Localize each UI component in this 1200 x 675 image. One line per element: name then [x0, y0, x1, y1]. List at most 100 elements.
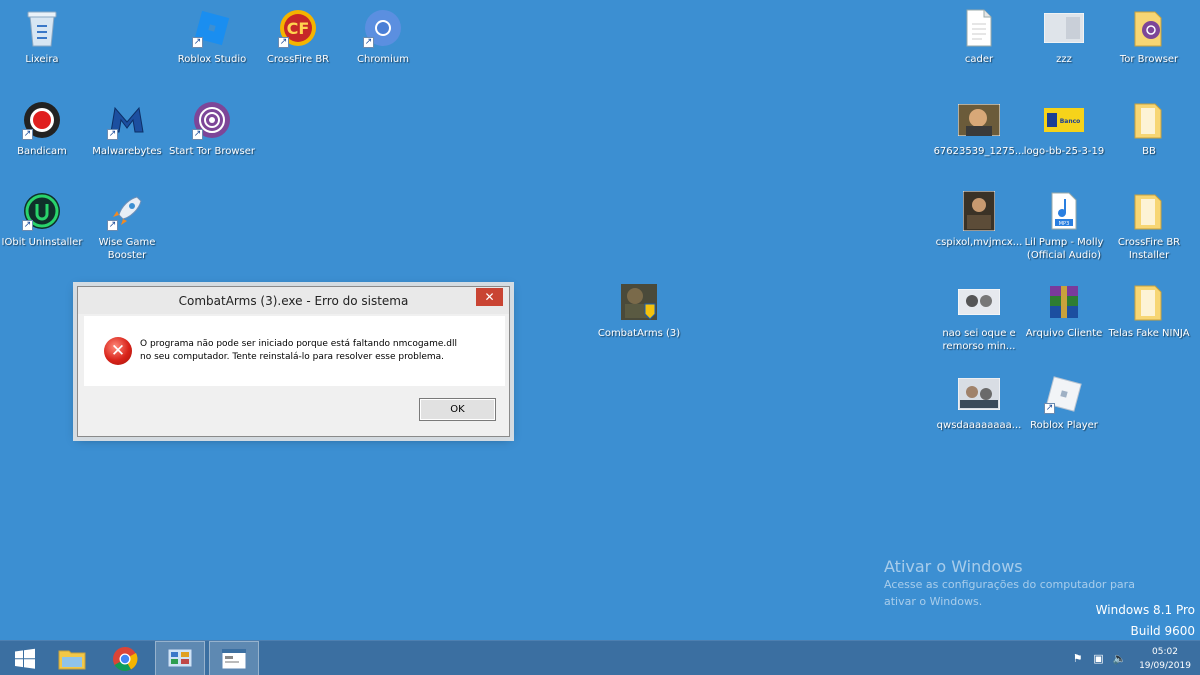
desktop-icon-combatarms[interactable]: CombatArms (3)	[597, 280, 681, 340]
tor-browser-icon: ↗	[190, 98, 234, 142]
desktop-icon-crossfire-installer-folder[interactable]: CrossFire BR Installer	[1107, 189, 1191, 262]
desktop-icon-label: Arquivo Cliente	[1025, 328, 1103, 339]
desktop-icon-label: Chromium	[357, 54, 409, 65]
folder-icon	[1127, 189, 1171, 233]
dialog-message: O programa não pode ser iniciado porque …	[140, 338, 457, 364]
image-thumbnail-icon	[957, 372, 1001, 416]
crossfire-icon: CF ↗	[276, 6, 320, 50]
windows-start-icon	[15, 648, 35, 669]
desktop-icon-wise-game-booster[interactable]: ↗ Wise Game Booster	[85, 189, 169, 262]
close-button[interactable]: ✕	[476, 288, 503, 306]
folder-icon	[1127, 6, 1171, 50]
start-button[interactable]	[0, 641, 50, 675]
desktop-icon-bandicam[interactable]: ↗ Bandicam	[0, 98, 84, 158]
desktop-icon-label: Roblox Player	[1030, 420, 1098, 431]
shortcut-arrow-icon: ↗	[22, 220, 33, 231]
dialog-title: CombatArms (3).exe - Erro do sistema	[178, 293, 409, 308]
desktop-icon-label: Wise Game Booster	[98, 237, 156, 261]
error-icon: ✕	[104, 337, 132, 365]
watermark-line: Acesse as configurações do computador pa…	[884, 578, 1135, 591]
taskbar-file-explorer[interactable]	[47, 641, 97, 675]
desktop-icon-label: cspixol,mvjmcx...	[935, 237, 1023, 248]
watermark-title: Ativar o Windows	[884, 557, 1023, 576]
image-thumbnail-icon	[957, 280, 1001, 324]
system-tray: ⚑ ▣ 🔈 05:02 19/09/2019	[1067, 641, 1200, 675]
desktop-icon-arquivo-cliente[interactable]: Arquivo Cliente	[1022, 280, 1106, 340]
action-center-flag-icon[interactable]: ⚑	[1067, 652, 1088, 665]
file-explorer-icon	[58, 650, 86, 669]
desktop-icon-label: Roblox Studio	[177, 54, 247, 65]
volume-icon[interactable]: 🔈	[1109, 652, 1130, 665]
desktop-icon-label: Tor Browser	[1119, 54, 1179, 65]
desktop-icon-label: logo-bb-25-3-19	[1023, 146, 1105, 157]
folder-icon	[1127, 98, 1171, 142]
desktop-icon-label: CrossFire BR	[266, 54, 330, 65]
desktop-icon-lil-pump-mp3[interactable]: MP3 Lil Pump - Molly (Official Audio)	[1022, 189, 1106, 262]
taskbar-control-panel[interactable]	[155, 641, 205, 675]
desktop-icon-label: 67623539_1275...	[933, 146, 1025, 157]
desktop-icon-roblox-studio[interactable]: ↗ Roblox Studio	[170, 6, 254, 66]
mp3-icon: MP3	[1042, 189, 1086, 233]
shortcut-arrow-icon: ↗	[363, 37, 374, 48]
chromium-icon: ↗	[361, 6, 405, 50]
shortcut-arrow-icon: ↗	[192, 37, 203, 48]
clock-time: 05:02	[1152, 646, 1178, 657]
clock-date: 19/09/2019	[1139, 660, 1191, 671]
taskbar: ⚑ ▣ 🔈 05:02 19/09/2019	[0, 640, 1200, 675]
chrome-icon	[113, 646, 138, 671]
desktop-icon-label: Lixeira	[25, 54, 59, 65]
folder-icon	[1127, 280, 1171, 324]
desktop-icon-tor-browser-folder[interactable]: Tor Browser	[1107, 6, 1191, 66]
desktop-icon-label: IObit Uninstaller	[1, 237, 83, 248]
shortcut-arrow-icon: ↗	[107, 220, 118, 231]
taskbar-chrome[interactable]	[100, 641, 150, 675]
rocket-icon: ↗	[105, 189, 149, 233]
bandicam-icon: ↗	[20, 98, 64, 142]
dialog-body: ✕ O programa não pode ser iniciado porqu…	[84, 316, 505, 386]
malwarebytes-icon: ↗	[105, 98, 149, 142]
desktop-icon-label: BB	[1142, 146, 1156, 157]
shortcut-arrow-icon: ↗	[22, 129, 33, 140]
dialog-titlebar[interactable]: CombatArms (3).exe - Erro do sistema ✕	[78, 287, 509, 314]
desktop-icon-telas-fake-ninja-folder[interactable]: Telas Fake NINJA	[1107, 280, 1191, 340]
svg-text:CF: CF	[287, 19, 310, 38]
taskbar-error-window[interactable]	[209, 641, 259, 675]
desktop-icon-start-tor-browser[interactable]: ↗ Start Tor Browser	[169, 98, 255, 158]
desktop-icon-chromium[interactable]: ↗ Chromium	[341, 6, 425, 66]
desktop-icon-label: zzz	[1056, 54, 1072, 65]
desktop-icon-iobit-uninstaller[interactable]: ↗ IObit Uninstaller	[0, 189, 84, 249]
build-info: Windows 8.1 Pro Build 9600	[1096, 600, 1195, 642]
windows-build: Build 9600	[1130, 624, 1195, 638]
shortcut-arrow-icon: ↗	[278, 37, 289, 48]
desktop-icon-label: Bandicam	[17, 146, 67, 157]
error-dialog[interactable]: CombatArms (3).exe - Erro do sistema ✕ ✕…	[77, 286, 510, 437]
desktop-icon-label: Malwarebytes	[92, 146, 162, 157]
document-icon	[957, 6, 1001, 50]
image-thumbnail-icon	[957, 98, 1001, 142]
desktop-icon-photo-nao-sei[interactable]: nao sei oque e remorso min...	[937, 280, 1021, 353]
desktop-icon-bb-folder[interactable]: BB	[1107, 98, 1191, 158]
desktop-icon-logo-bb[interactable]: Banco logo-bb-25-3-19	[1022, 98, 1106, 158]
close-icon: ✕	[484, 290, 495, 304]
svg-text:MP3: MP3	[1059, 221, 1070, 227]
winrar-icon	[1042, 280, 1086, 324]
roblox-player-icon: ↗	[1042, 372, 1086, 416]
image-thumbnail-icon	[1042, 6, 1086, 50]
desktop-icon-photo-qwsd[interactable]: qwsdaaaaaaaa...	[937, 372, 1021, 432]
network-icon[interactable]: ▣	[1088, 652, 1109, 665]
desktop-icon-cader[interactable]: cader	[937, 6, 1021, 66]
desktop-icon-lixeira[interactable]: Lixeira	[0, 6, 84, 66]
desktop-icon-label: CombatArms (3)	[597, 328, 681, 339]
ok-button[interactable]: OK	[419, 398, 496, 421]
dialog-message-line: O programa não pode ser iniciado porque …	[140, 339, 457, 349]
desktop-icon-crossfire[interactable]: CF ↗ CrossFire BR	[256, 6, 340, 66]
desktop-icon-roblox-player[interactable]: ↗ Roblox Player	[1022, 372, 1106, 432]
desktop-icon-label: cader	[964, 54, 994, 65]
desktop-icon-malwarebytes[interactable]: ↗ Malwarebytes	[85, 98, 169, 158]
desktop-icon-photo-67623539[interactable]: 67623539_1275...	[934, 98, 1024, 158]
desktop-icon-photo-cspixol[interactable]: cspixol,mvjmcx...	[935, 189, 1023, 249]
dialog-message-line: no seu computador. Tente reinstalá-lo pa…	[140, 352, 444, 362]
desktop-icon-zzz[interactable]: zzz	[1022, 6, 1106, 66]
clock[interactable]: 05:02 19/09/2019	[1130, 645, 1200, 673]
shortcut-arrow-icon: ↗	[192, 129, 203, 140]
